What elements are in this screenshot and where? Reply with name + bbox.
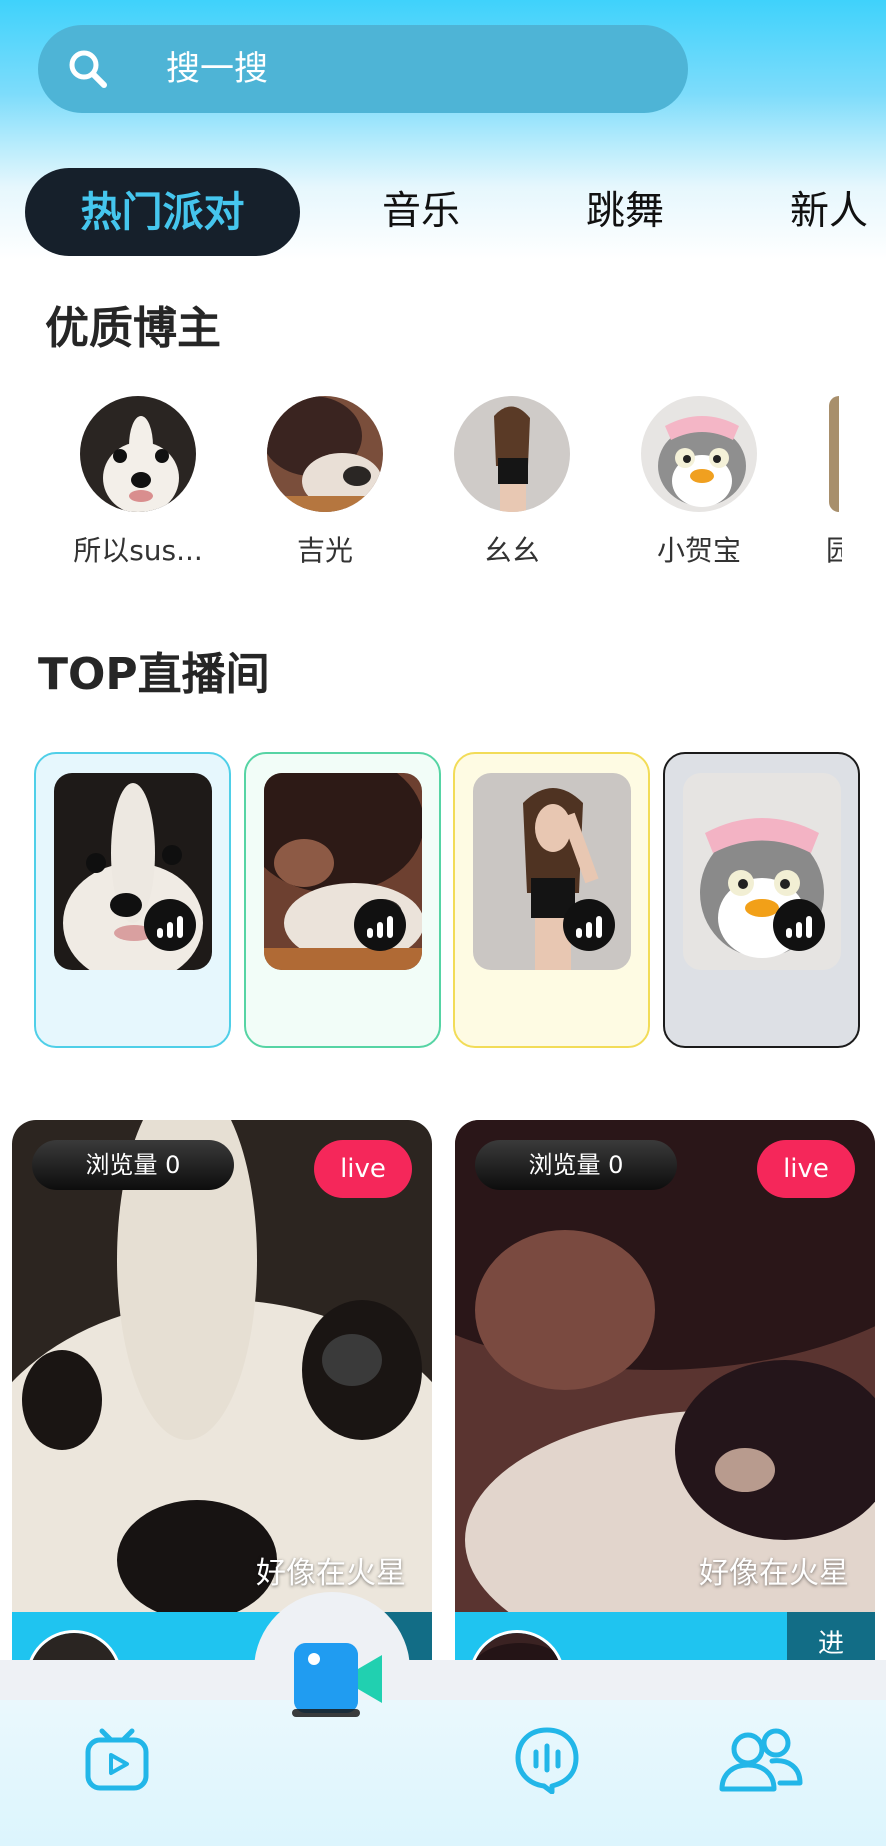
blogger-item[interactable]: 小贺宝 <box>619 393 779 569</box>
search-placeholder: 搜一搜 <box>166 49 268 89</box>
section-title-bloggers: 优质博主 <box>45 303 221 354</box>
live-badge: live <box>314 1140 412 1198</box>
avatar <box>264 393 386 515</box>
blogger-name: 园 <box>826 534 842 567</box>
view-count-badge: 浏览量 0 <box>475 1140 677 1190</box>
video-camera-icon[interactable] <box>290 1625 386 1725</box>
live-caption: 好像在火星 <box>699 1556 849 1591</box>
audio-signal-icon <box>354 899 406 951</box>
live-caption: 好像在火星 <box>256 1556 406 1591</box>
search-icon <box>69 50 107 88</box>
avatar <box>77 393 199 515</box>
live-room-card[interactable]: 浏览量 0 live 好像在火星 进 <box>12 1120 432 1660</box>
top-room-card[interactable] <box>453 752 650 1048</box>
live-card-footer: 进 <box>455 1612 875 1660</box>
people-icon[interactable] <box>718 1725 804 1795</box>
category-tabs: 热门派对 音乐 跳舞 新人 <box>0 168 886 256</box>
audio-signal-icon <box>144 899 196 951</box>
search-bar[interactable]: 搜一搜 <box>38 25 688 113</box>
tab-dance[interactable]: 跳舞 <box>586 168 664 256</box>
top-room-card[interactable] <box>663 752 860 1048</box>
top-room-card[interactable] <box>244 752 441 1048</box>
live-badge: live <box>757 1140 855 1198</box>
top-room-card[interactable] <box>34 752 231 1048</box>
chat-voice-icon[interactable] <box>514 1726 580 1794</box>
blogger-item[interactable]: 所以sus... <box>58 393 218 569</box>
section-title-top-rooms: TOP直播间 <box>38 649 270 700</box>
tab-hot-party[interactable]: 热门派对 <box>25 168 300 256</box>
blogger-item[interactable]: 园 <box>806 393 842 569</box>
tv-play-icon[interactable] <box>82 1725 152 1795</box>
avatar <box>451 393 573 515</box>
blogger-name: 幺幺 <box>483 534 540 567</box>
avatar <box>638 393 760 515</box>
tab-newcomer[interactable]: 新人 <box>790 168 868 256</box>
blogger-item[interactable]: 吉光 <box>245 393 405 569</box>
blogger-item[interactable]: 幺幺 <box>432 393 592 569</box>
enter-room-button[interactable]: 进 <box>787 1612 875 1660</box>
audio-signal-icon <box>773 899 825 951</box>
avatar <box>26 1630 122 1660</box>
tab-music[interactable]: 音乐 <box>382 168 460 256</box>
audio-signal-icon <box>563 899 615 951</box>
avatar <box>469 1630 565 1660</box>
live-room-card[interactable]: 浏览量 0 live 好像在火星 进 <box>455 1120 875 1660</box>
blogger-name: 所以sus... <box>73 534 203 567</box>
avatar <box>826 393 842 515</box>
blogger-name: 吉光 <box>296 534 353 567</box>
blogger-name: 小贺宝 <box>656 534 741 567</box>
view-count-badge: 浏览量 0 <box>32 1140 234 1190</box>
